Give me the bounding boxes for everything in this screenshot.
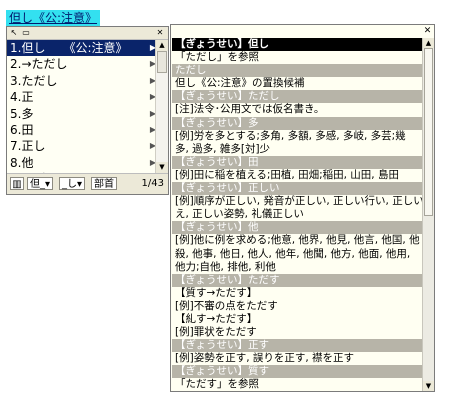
- candidate-count: 1/43: [141, 178, 164, 189]
- entry-text: [例]不審の点をただす: [175, 299, 278, 312]
- candidate-window: ↖ ▭ ✕ 1.但し 《公:注意》 ▶ 2.→ただし ▶ 3.ただし ▶ 4.正 ▶ 5.多 ▶ 6…: [6, 26, 169, 195]
- candidate-number: 8.: [10, 155, 22, 170]
- radical-button[interactable]: 部首: [91, 177, 117, 190]
- section-header: 【ぎょうせい】他: [172, 221, 422, 235]
- section-header: 【ぎょうせい】多: [172, 116, 422, 130]
- section-header: 【ぎょうせい】ただす: [172, 273, 422, 287]
- entry-text: [例]他に例を求める;他意, 他界, 他見, 他言, 他国, 他: [175, 234, 420, 247]
- mode-dropdown[interactable]: 但_▾: [27, 177, 54, 190]
- candidate-item[interactable]: 5.多 ▶: [7, 106, 158, 122]
- candidate-text: 但し 《公:注意》: [21, 41, 128, 55]
- scroll-thumb[interactable]: [424, 48, 433, 216]
- close-icon[interactable]: ✕: [155, 28, 165, 37]
- entry-text: [例]罪状をただす: [175, 326, 257, 339]
- candidate-toolbar: ↖ ▭ ✕: [7, 27, 168, 40]
- candidate-item[interactable]: 2.→ただし ▶: [7, 56, 158, 72]
- entry-text: [例]姿勢を正す, 誤りを正す, 襟を正す: [175, 352, 355, 365]
- dictionary-icon[interactable]: ▥: [10, 177, 24, 190]
- cursor-icon[interactable]: ↖: [9, 28, 19, 37]
- composition-string: 但し《公:注意》: [6, 10, 101, 26]
- candidate-item[interactable]: 3.ただし ▶: [7, 73, 158, 89]
- scroll-down-icon[interactable]: ▼: [156, 162, 168, 173]
- candidate-text: ただし: [21, 73, 58, 88]
- scroll-up-icon[interactable]: ▲: [423, 38, 434, 48]
- candidate-list: 1.但し 《公:注意》 ▶ 2.→ただし ▶ 3.ただし ▶ 4.正 ▶ 5.多 ▶ 6.田 ▶ 7.正…: [7, 40, 158, 188]
- candidate-number: 1.: [10, 41, 22, 55]
- candidate-text: 田: [21, 122, 34, 137]
- scroll-thumb[interactable]: [157, 51, 167, 73]
- dictionary-window: ✕ 【ぎょうせい】但し 「ただし」を参照 ただし 但し《公:注意》の置換候補 【ぎょうせ…: [170, 24, 435, 392]
- entry-text: 但し《公:注意》の置換候補: [175, 77, 305, 90]
- entry-text: 他力;自他, 排他, 利他: [175, 260, 276, 273]
- candidate-text: 正: [21, 90, 34, 105]
- entry-text: え, 正しい姿勢, 礼儀正しい: [175, 208, 304, 221]
- entry-text: [注]法令･公用文では仮名書き。: [175, 103, 325, 116]
- candidate-item[interactable]: 4.正 ▶: [7, 89, 158, 105]
- candidate-text: 正し: [21, 139, 46, 154]
- entry-header: 【ぎょうせい】但し: [172, 38, 422, 52]
- dictionary-scrollbar[interactable]: ▲ ▼: [422, 38, 434, 391]
- section-header: ただし: [172, 64, 422, 78]
- dictionary-content: 【ぎょうせい】但し 「ただし」を参照 ただし 但し《公:注意》の置換候補 【ぎょうせい】…: [172, 38, 422, 391]
- candidate-item[interactable]: 8.他 ▶: [7, 155, 158, 171]
- candidate-number: 5.: [10, 106, 22, 121]
- section-header: 【ぎょうせい】ただし: [172, 90, 422, 104]
- mode2-dropdown[interactable]: _し▾: [59, 177, 86, 190]
- section-header: 【ぎょうせい】質す: [172, 365, 422, 379]
- section-header: 【ぎょうせい】田: [172, 155, 422, 169]
- candidate-number: 7.: [10, 139, 22, 154]
- entry-text: [例]労を多とする;多角, 多額, 多感, 多岐, 多芸;幾: [175, 129, 406, 142]
- section-header: 【ぎょうせい】正す: [172, 339, 422, 353]
- candidate-text: 多: [21, 106, 34, 121]
- entry-text: 「ただし」を参照: [175, 51, 259, 64]
- candidate-item[interactable]: 6.田 ▶: [7, 122, 158, 138]
- candidate-text: 他: [21, 155, 34, 170]
- section-header: 【ぎょうせい】正しい: [172, 182, 422, 196]
- candidate-number: 2.: [10, 57, 22, 72]
- candidate-scrollbar[interactable]: ▲ ▼: [155, 40, 168, 173]
- entry-text: 「ただす」を参照: [175, 378, 259, 391]
- scroll-up-icon[interactable]: ▲: [156, 40, 168, 51]
- entry-text: 【糺す→ただす】: [175, 312, 258, 325]
- entry-text: 【質す→ただす】: [175, 286, 258, 299]
- close-icon[interactable]: ✕: [422, 26, 433, 37]
- entry-text: [例]順序が正しい, 発音が正しい, 正しい行い, 正しい答: [175, 195, 422, 208]
- candidate-text: →ただし: [21, 57, 68, 72]
- page-icon[interactable]: ▭: [21, 28, 31, 37]
- entry-text: 殺, 他事, 他日, 他人, 他年, 他聞, 他方, 他面, 他用,: [175, 247, 411, 260]
- candidate-item[interactable]: 1.但し 《公:注意》 ▶: [7, 40, 158, 57]
- candidate-number: 3.: [10, 73, 22, 88]
- entry-text: [例]田に稲を植える;田植, 田畑;稲田, 山田, 島田: [175, 168, 399, 181]
- candidate-statusbar: ▥ 但_▾ _し▾ 部首 1/43: [7, 173, 168, 194]
- entry-text: 多, 過多, 雑多[対]少: [175, 142, 271, 155]
- scroll-down-icon[interactable]: ▼: [423, 381, 434, 391]
- candidate-number: 4.: [10, 90, 22, 105]
- candidate-item[interactable]: 7.正し ▶: [7, 138, 158, 154]
- candidate-number: 6.: [10, 122, 22, 137]
